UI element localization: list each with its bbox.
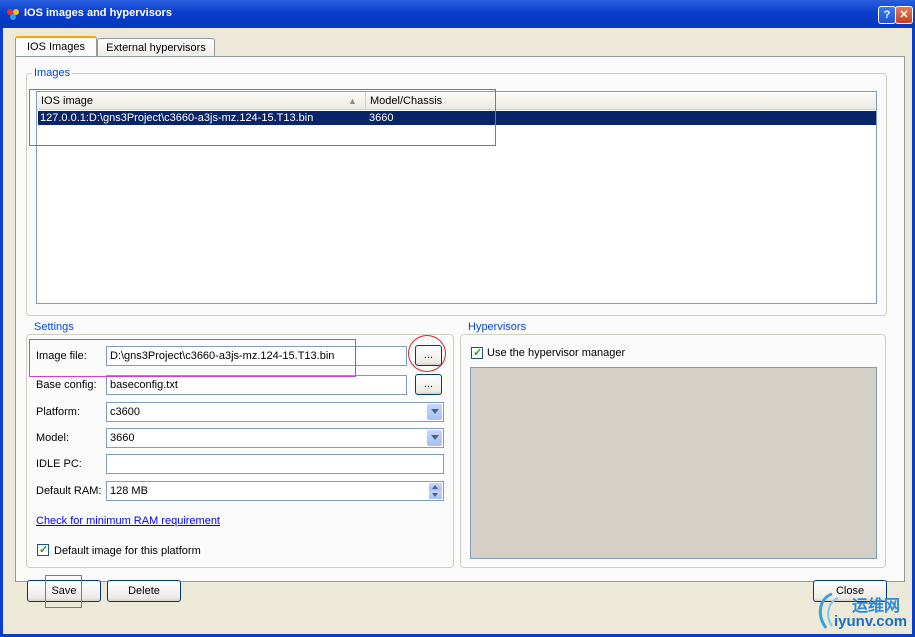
default-ram-value: 128 MB [110,485,148,497]
idle-pc-input[interactable] [106,454,444,474]
spin-down-icon[interactable] [429,491,442,499]
default-image-label: Default image for this platform [54,545,201,557]
highlight-box-images [29,89,496,146]
highlight-box-image-file [29,339,356,377]
use-hypervisor-manager-checkbox[interactable] [471,346,483,359]
spin-up-icon[interactable] [429,483,442,491]
watermark-domain: iyunv.com [834,613,908,630]
highlight-circle-browse [408,335,446,372]
chevron-down-icon[interactable] [427,404,442,420]
default-ram-label: Default RAM: [36,485,102,497]
model-label: Model: [36,432,70,444]
delete-button[interactable]: Delete [107,580,181,602]
platform-value: c3600 [110,406,140,418]
chevron-down-icon[interactable] [427,430,442,446]
platform-label: Platform: [36,406,81,418]
idle-pc-label: IDLE PC: [36,458,82,470]
close-window-button[interactable]: ✕ [895,6,913,24]
base-config-label: Base config: [36,379,97,391]
model-value: 3660 [110,432,135,444]
default-image-checkbox[interactable] [37,543,49,556]
hypervisor-list[interactable] [470,367,877,559]
ram-requirement-link[interactable]: Check for minimum RAM requirement [36,514,220,528]
model-select[interactable]: 3660 [106,428,444,448]
settings-group-label: Settings [32,321,76,333]
platform-select[interactable]: c3600 [106,402,444,422]
tab-ios-images[interactable]: IOS Images [15,36,97,58]
title-bar[interactable]: IOS images and hypervisors ? ✕ [0,0,915,28]
images-group-label: Images [32,67,73,79]
help-button[interactable]: ? [878,6,896,24]
app-icon [7,9,19,20]
default-ram-spinbox[interactable]: 128 MB [106,481,444,501]
browse-config-button[interactable]: ... [415,374,442,395]
use-hypervisor-manager-label: Use the hypervisor manager [487,347,626,359]
highlight-box-save [45,575,82,608]
window-title: IOS images and hypervisors [24,7,172,19]
base-config-input[interactable]: baseconfig.txt [106,375,407,395]
tab-external-hypervisors[interactable]: External hypervisors [97,38,215,58]
hypervisors-group-label: Hypervisors [466,321,529,333]
